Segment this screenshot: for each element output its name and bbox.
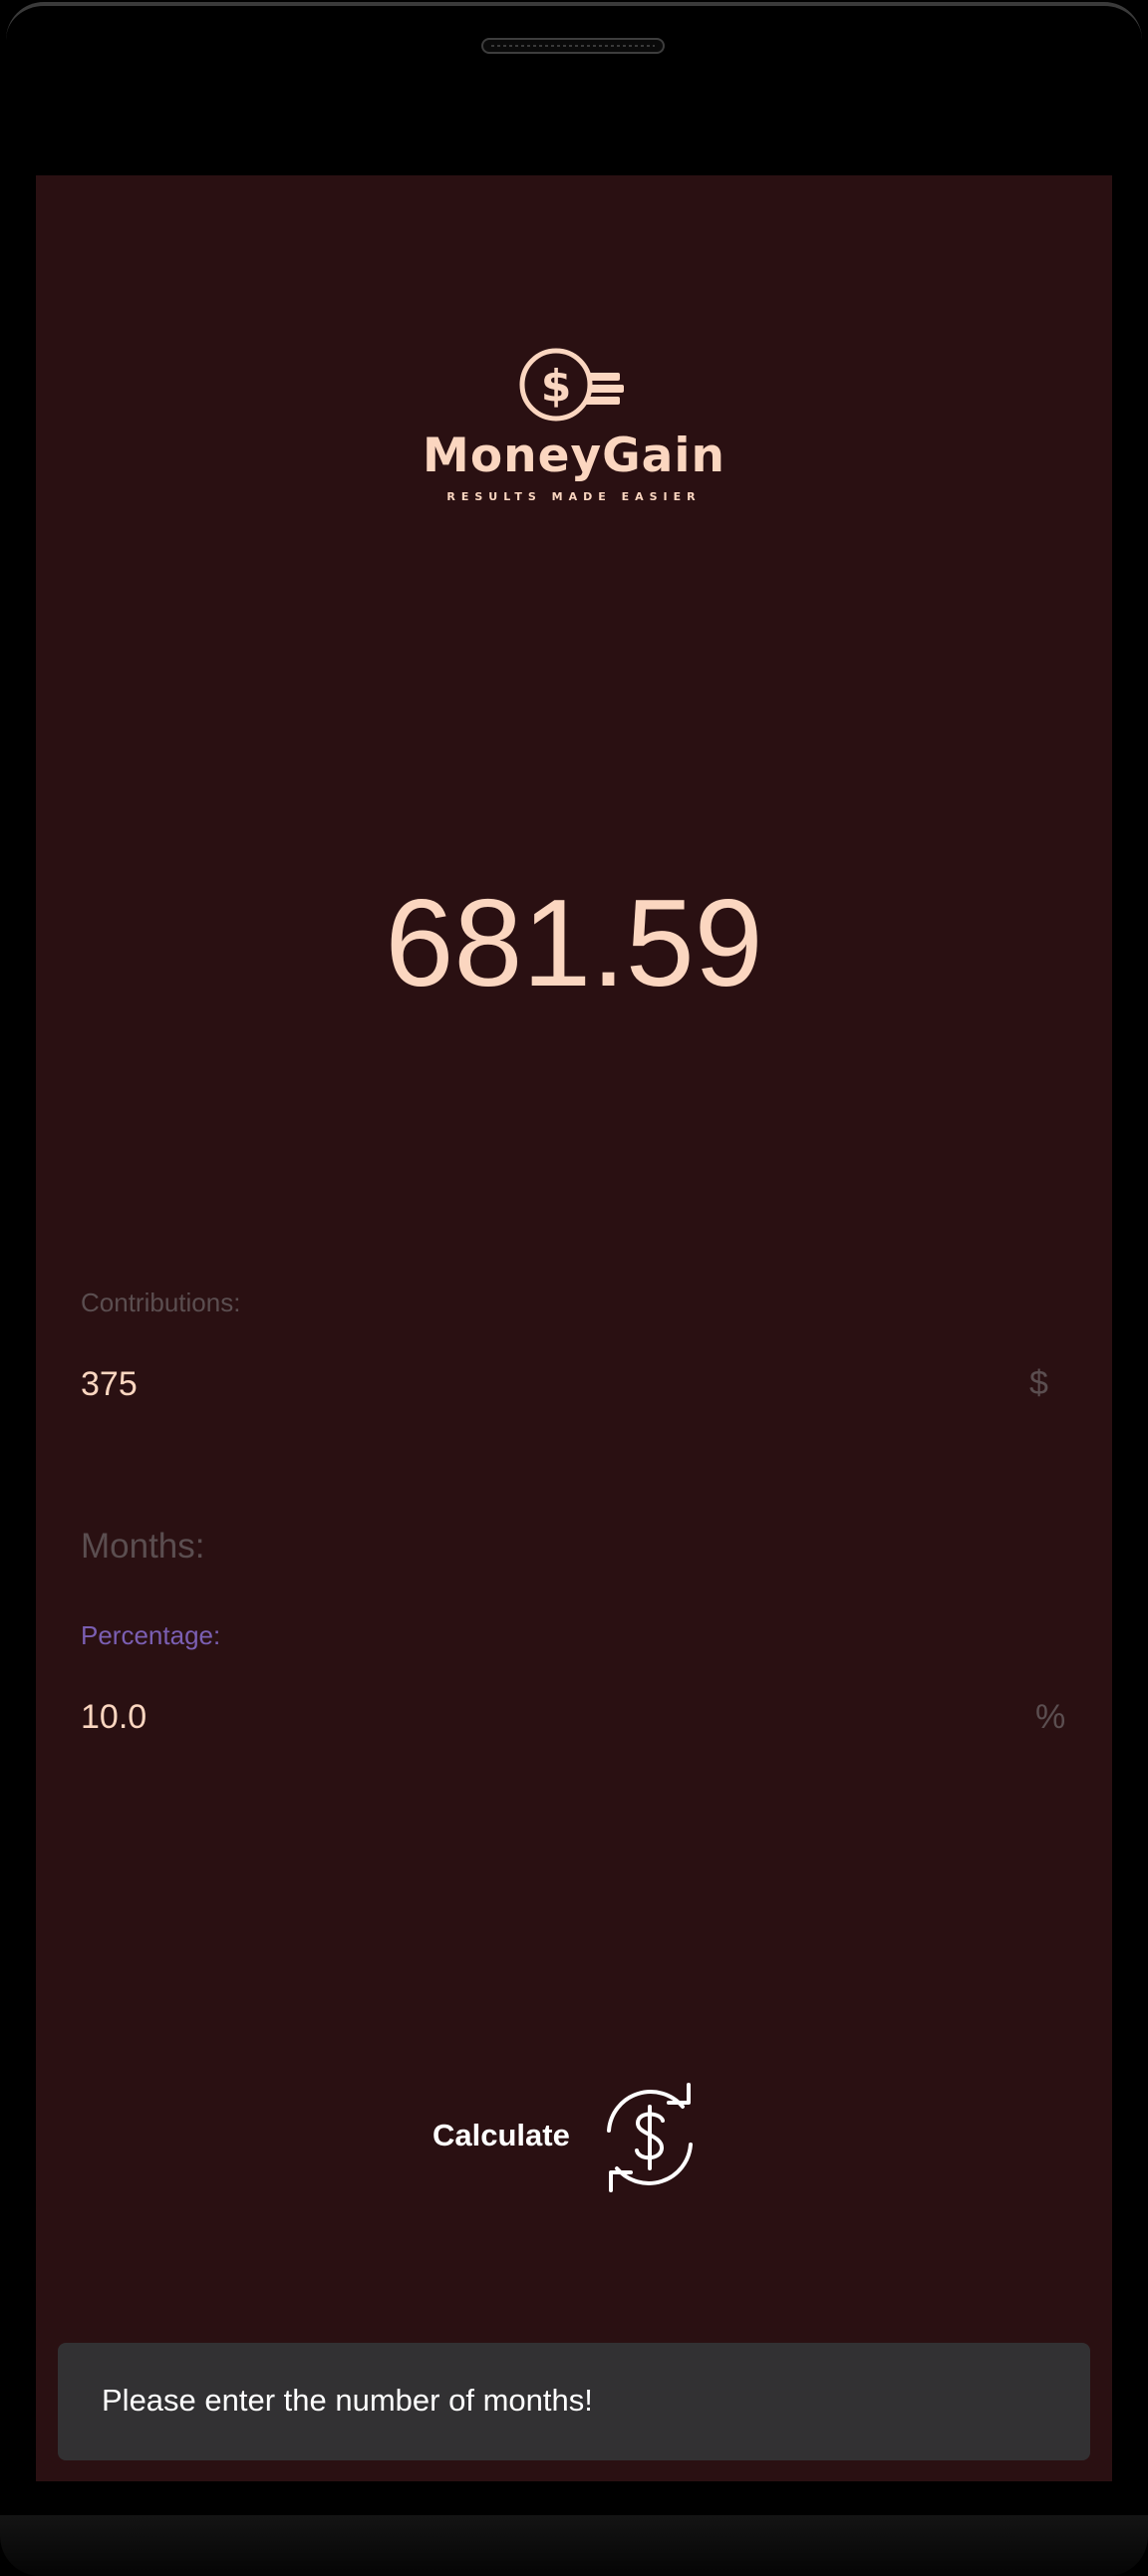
percentage-input[interactable]: 10.0: [81, 1698, 146, 1737]
contributions-label: Contributions:: [81, 1288, 241, 1317]
device-frame: $ MoneyGain RESULTS MADE EASIER 681.59 C…: [0, 0, 1148, 2576]
snackbar: Please enter the number of months!: [58, 2343, 1090, 2460]
svg-text:$: $: [541, 361, 572, 412]
calculate-label: Calculate: [432, 2118, 570, 2152]
months-input[interactable]: Months:: [81, 1527, 205, 1567]
dollar-suffix: $: [1029, 1364, 1048, 1402]
device-chin: [0, 2515, 1148, 2576]
percent-suffix: %: [1035, 1698, 1066, 1736]
calculate-button[interactable]: Calculate: [36, 2079, 1112, 2198]
device-bezel: [6, 2, 1142, 66]
coin-stack-icon: $: [519, 348, 624, 422]
result-value: 681.59: [385, 875, 763, 1012]
app-tagline: RESULTS MADE EASIER: [446, 490, 702, 503]
percentage-label: Percentage:: [81, 1620, 221, 1650]
app-screen: $ MoneyGain RESULTS MADE EASIER 681.59 C…: [36, 175, 1112, 2481]
currency-refresh-icon: [607, 2083, 693, 2192]
earpiece-speaker: [481, 38, 665, 54]
snackbar-message: Please enter the number of months!: [102, 2383, 593, 2418]
app-name: MoneyGain: [423, 429, 725, 483]
contributions-input[interactable]: 375: [81, 1365, 138, 1404]
